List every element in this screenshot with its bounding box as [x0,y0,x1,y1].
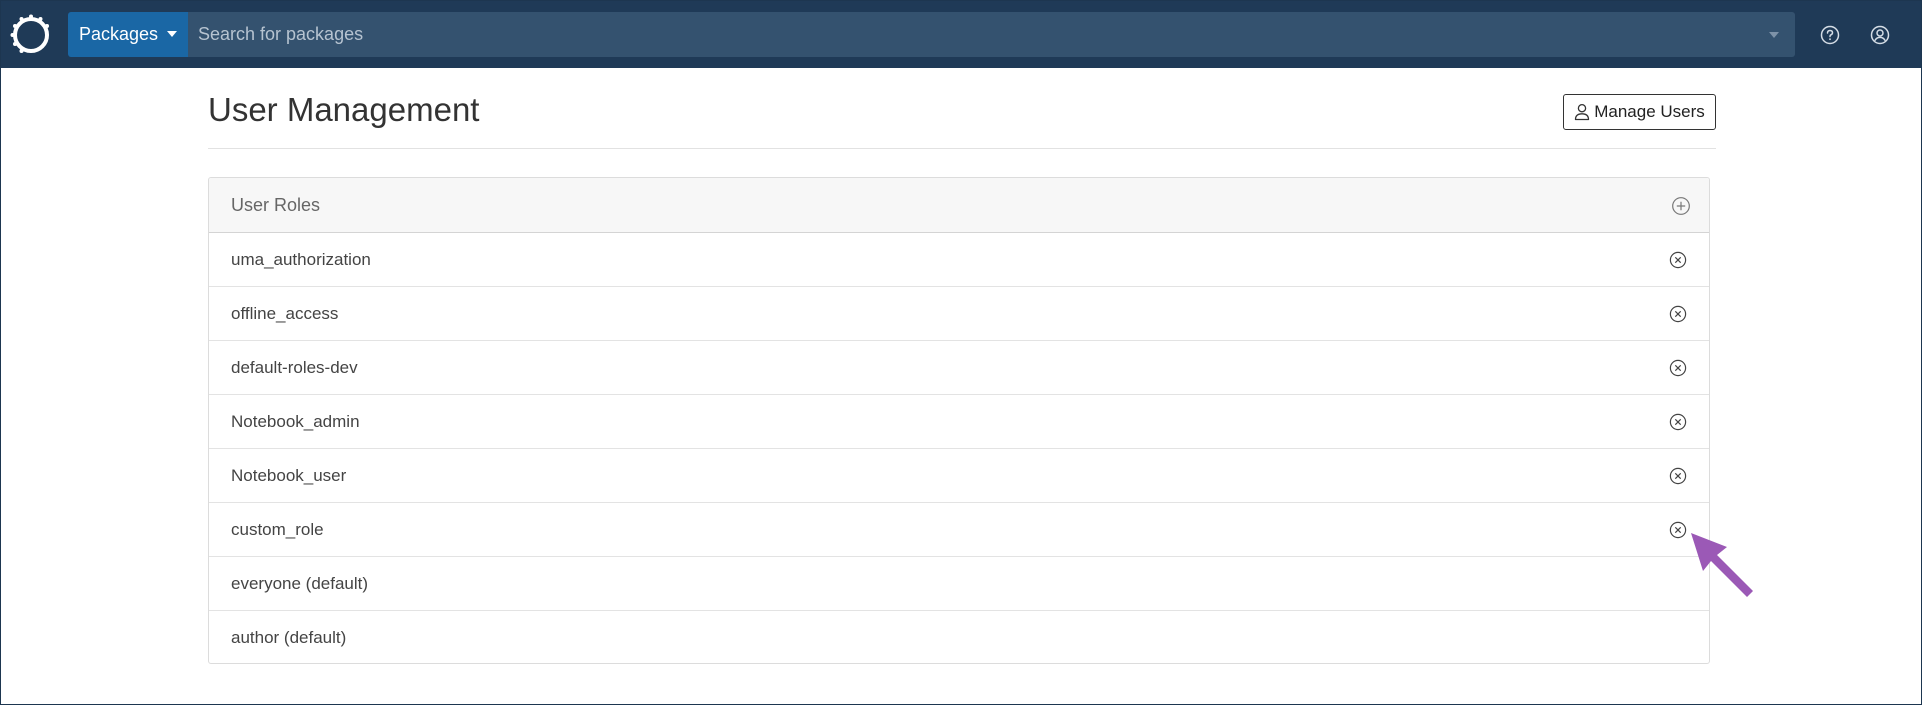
remove-role-icon[interactable] [1669,359,1687,377]
user-roles-panel: User Roles uma_authorization offline_acc… [208,177,1710,664]
role-row: default-roles-dev [209,341,1709,395]
role-row: Notebook_admin [209,395,1709,449]
role-row: offline_access [209,287,1709,341]
divider [208,148,1716,149]
package-search [188,12,1795,57]
page-title: User Management [208,91,480,128]
role-name: uma_authorization [231,249,371,269]
help-icon[interactable] [1819,24,1841,46]
packages-label: Packages [78,24,159,44]
role-row: everyone (default) [209,557,1709,611]
remove-role-icon[interactable] [1669,413,1687,431]
role-row: uma_authorization [209,233,1709,287]
role-name: default-roles-dev [231,357,358,377]
user-icon [1575,103,1590,121]
manage-users-label: Manage Users [1594,102,1705,121]
role-row: author (default) [209,611,1709,663]
add-role-icon[interactable] [1671,196,1691,216]
role-row: Notebook_user [209,449,1709,503]
account-icon[interactable] [1869,24,1891,46]
remove-role-icon[interactable] [1669,305,1687,323]
remove-role-icon[interactable] [1669,251,1687,269]
remove-role-icon[interactable] [1669,521,1687,539]
search-caret-down-icon[interactable] [1769,32,1779,38]
role-name: author (default) [231,628,347,647]
top-navbar: Packages [1,1,1921,68]
user-roles-heading: User Roles [231,194,321,215]
annotation-arrow-icon [1691,533,1753,597]
role-name: everyone (default) [231,573,369,593]
role-row: custom_role [209,503,1709,557]
role-name: custom_role [231,519,324,539]
role-name: Notebook_user [231,465,347,485]
user-roles-header: User Roles [209,178,1709,233]
remove-role-icon[interactable] [1669,467,1687,485]
role-name: offline_access [231,303,339,323]
roles-list: uma_authorization offline_access default… [209,233,1709,663]
caret-down-icon [167,30,178,37]
role-name: Notebook_admin [231,411,360,431]
packages-dropdown-button[interactable]: Packages [68,12,188,57]
logo-icon[interactable] [10,14,52,56]
manage-users-button[interactable]: Manage Users [1563,94,1716,130]
search-input[interactable] [188,12,1795,57]
